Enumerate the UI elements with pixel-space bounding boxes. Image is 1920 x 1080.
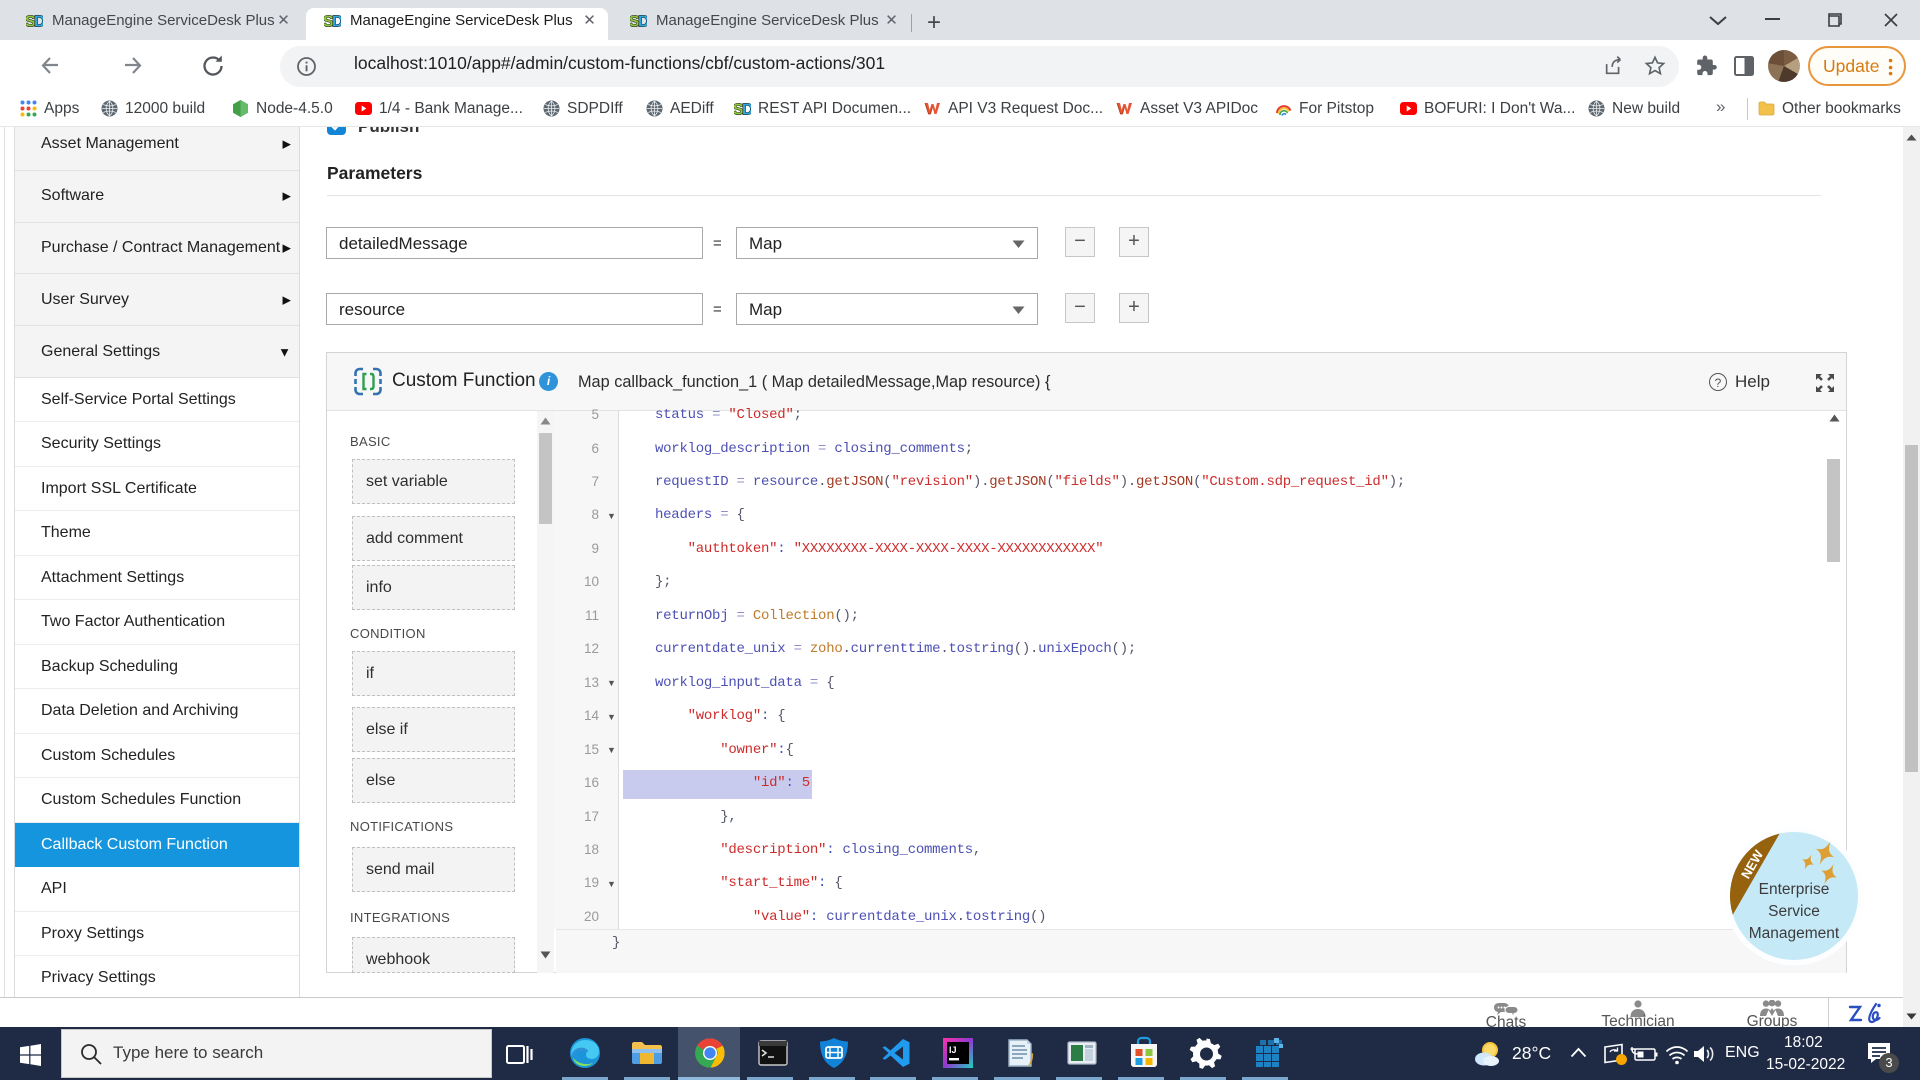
- svg-text:Service: Service: [1768, 903, 1820, 920]
- svg-text:IJ: IJ: [949, 1045, 957, 1055]
- svg-text:Enterprise: Enterprise: [1759, 881, 1830, 898]
- svg-text:Management: Management: [1749, 925, 1840, 942]
